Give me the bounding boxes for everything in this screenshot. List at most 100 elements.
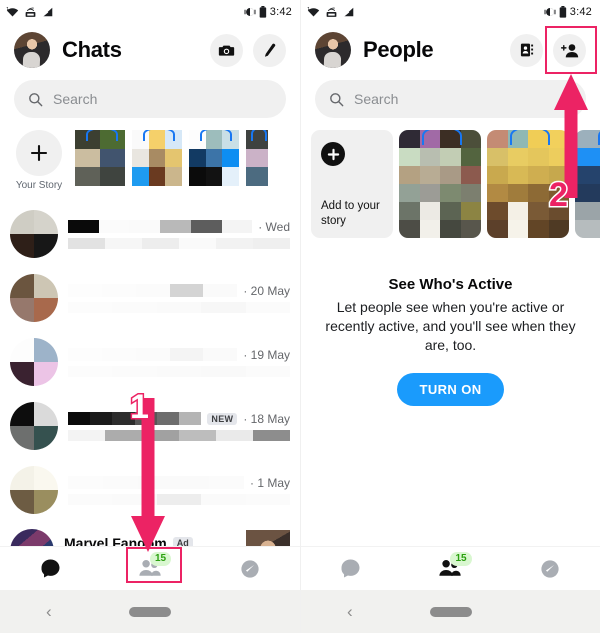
chat-row[interactable]: · 19 May bbox=[10, 330, 290, 394]
people-tab-badge: 15 bbox=[150, 551, 172, 566]
contacts-button[interactable] bbox=[510, 33, 543, 67]
search-container: Search bbox=[301, 76, 600, 128]
story-thumbnail[interactable] bbox=[189, 130, 239, 186]
app-header: People bbox=[301, 24, 600, 76]
android-nav-bar: ‹ bbox=[301, 590, 600, 633]
vibrate-icon bbox=[244, 8, 256, 16]
vibrate-icon bbox=[544, 8, 556, 16]
people-tab-badge: 15 bbox=[450, 551, 472, 566]
your-story-button[interactable]: Your Story bbox=[10, 130, 68, 191]
home-pill[interactable] bbox=[429, 606, 472, 617]
chat-name bbox=[68, 476, 244, 489]
camera-icon bbox=[218, 45, 235, 56]
status-bar: 3:42 bbox=[301, 0, 600, 24]
status-bar-time: 3:42 bbox=[569, 6, 592, 18]
left-phone-screen: 3:42 Chats Search Your Story · Wed · 20 … bbox=[0, 0, 300, 633]
address-book-icon bbox=[520, 43, 533, 57]
add-to-story-card[interactable]: Add to your story bbox=[311, 130, 393, 238]
tab-discover[interactable] bbox=[220, 549, 280, 589]
chat-name bbox=[68, 348, 238, 361]
status-bar: 3:42 bbox=[0, 0, 300, 24]
right-phone-screen: 3:42 People Search Add to your story See… bbox=[300, 0, 600, 633]
chat-row[interactable]: · 20 May bbox=[10, 266, 290, 330]
chat-avatar[interactable] bbox=[10, 466, 58, 514]
chat-snippet bbox=[68, 365, 290, 377]
chat-avatar[interactable] bbox=[10, 210, 58, 258]
promo-body: Let people see when you're active or rec… bbox=[325, 299, 576, 353]
search-placeholder: Search bbox=[354, 91, 399, 107]
chat-row[interactable]: NEW · 18 May bbox=[10, 394, 290, 458]
back-button[interactable]: ‹ bbox=[347, 602, 353, 622]
search-container: Search bbox=[0, 76, 300, 128]
search-input[interactable]: Search bbox=[315, 80, 586, 118]
battery-icon bbox=[559, 6, 566, 18]
camera-button[interactable] bbox=[210, 33, 243, 67]
plus-icon bbox=[16, 130, 62, 176]
chat-meta: · Wed bbox=[258, 219, 290, 234]
chat-avatar[interactable] bbox=[10, 338, 58, 386]
chat-name bbox=[68, 284, 238, 297]
page-title: People bbox=[363, 37, 434, 62]
dual-screenshot: 3:42 Chats Search Your Story · Wed · 20 … bbox=[0, 0, 600, 633]
avatar[interactable] bbox=[14, 32, 50, 68]
active-status-promo: See Who's Active Let people see when you… bbox=[301, 240, 600, 406]
story-thumbnail[interactable] bbox=[246, 130, 268, 186]
your-story-label: Your Story bbox=[15, 180, 63, 191]
bottom-tab-bar: 15 bbox=[0, 546, 300, 590]
back-button[interactable]: ‹ bbox=[46, 602, 52, 622]
chat-list: · Wed · 20 May · 19 May NEW · 18 May · 1… bbox=[0, 202, 300, 578]
chat-snippet bbox=[68, 301, 290, 313]
cellular-signal-icon bbox=[42, 7, 53, 17]
compose-button[interactable] bbox=[253, 33, 286, 67]
hotspot-icon bbox=[326, 7, 337, 17]
wifi-icon bbox=[6, 6, 19, 17]
chat-snippet bbox=[68, 237, 290, 249]
chat-row[interactable]: · 1 May bbox=[10, 458, 290, 522]
stories-row[interactable]: Your Story bbox=[0, 128, 300, 202]
story-card[interactable] bbox=[575, 130, 600, 238]
story-card[interactable] bbox=[487, 130, 569, 238]
people-stories-row[interactable]: Add to your story bbox=[301, 128, 600, 240]
add-person-icon bbox=[560, 43, 578, 57]
promo-title: See Who's Active bbox=[388, 276, 513, 293]
chat-meta: · 1 May bbox=[249, 475, 290, 490]
add-to-story-label: Add to your story bbox=[321, 200, 380, 227]
turn-on-button[interactable]: TURN ON bbox=[397, 372, 504, 406]
hotspot-icon bbox=[25, 7, 36, 17]
tab-people[interactable]: 15 bbox=[120, 549, 180, 589]
story-thumbnail[interactable] bbox=[132, 130, 182, 186]
wifi-icon bbox=[307, 6, 320, 17]
search-input[interactable]: Search bbox=[14, 80, 286, 118]
avatar[interactable] bbox=[315, 32, 351, 68]
cellular-signal-icon bbox=[343, 7, 354, 17]
home-pill[interactable] bbox=[129, 606, 171, 617]
android-nav-bar: ‹ bbox=[0, 590, 300, 633]
tab-discover[interactable] bbox=[520, 549, 580, 589]
tab-people[interactable]: 15 bbox=[420, 549, 480, 589]
chat-snippet bbox=[68, 429, 290, 441]
chat-row[interactable]: · Wed bbox=[10, 202, 290, 266]
new-badge: NEW bbox=[207, 412, 238, 425]
pencil-icon bbox=[264, 43, 276, 57]
story-card[interactable] bbox=[399, 130, 481, 238]
story-thumbnail[interactable] bbox=[75, 130, 125, 186]
add-person-button[interactable] bbox=[553, 33, 586, 67]
chat-bubble-icon bbox=[341, 559, 360, 578]
search-icon bbox=[330, 92, 344, 106]
compass-icon bbox=[541, 559, 559, 578]
search-icon bbox=[29, 92, 43, 106]
app-header: Chats bbox=[0, 24, 300, 76]
chat-avatar[interactable] bbox=[10, 274, 58, 322]
battery-icon bbox=[259, 6, 266, 18]
bottom-tab-bar: 15 bbox=[301, 546, 600, 590]
chat-avatar[interactable] bbox=[10, 402, 58, 450]
chat-meta: · 20 May bbox=[243, 283, 290, 298]
tab-chats[interactable] bbox=[20, 549, 80, 589]
chat-name bbox=[68, 220, 253, 233]
chat-bubble-icon bbox=[40, 559, 60, 578]
chat-snippet bbox=[68, 493, 290, 505]
chat-name bbox=[68, 412, 202, 425]
search-placeholder: Search bbox=[53, 91, 98, 107]
compass-icon bbox=[241, 559, 259, 578]
tab-chats[interactable] bbox=[321, 549, 381, 589]
